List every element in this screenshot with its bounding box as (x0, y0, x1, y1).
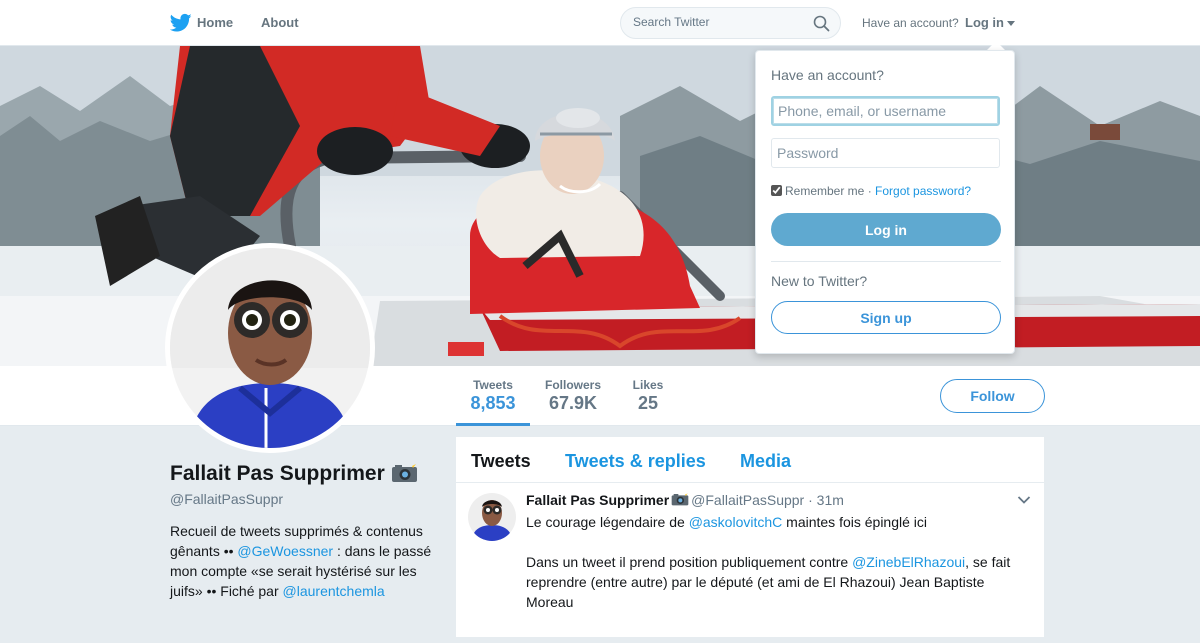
password-input[interactable] (771, 138, 1000, 168)
nav-home-link[interactable]: Home (197, 15, 233, 30)
top-navigation: Home About Have an account? Log in (0, 0, 1200, 46)
search-box[interactable] (620, 7, 841, 39)
tweet-text-segment: Le courage légendaire de (526, 514, 689, 530)
timeline: Tweets Tweets & replies Media Fallait Pa… (456, 437, 1044, 637)
profile-avatar[interactable] (165, 243, 375, 453)
tweet-text-segment: Dans un tweet il prend position publique… (526, 554, 853, 570)
profile-display-name[interactable]: Fallait Pas Supprimer (170, 462, 385, 485)
tweet-item[interactable]: Fallait Pas Supprimer @FallaitPasSuppr ·… (456, 483, 1044, 643)
profile-handle[interactable]: @FallaitPasSuppr (170, 491, 283, 507)
tweet-header: Fallait Pas Supprimer @FallaitPasSuppr ·… (526, 492, 844, 508)
login-dropdown: Have an account? Remember me · Forgot pa… (755, 50, 1015, 354)
profile-bio: Recueil de tweets supprimés & contenus g… (170, 521, 435, 601)
username-input[interactable] (771, 96, 1000, 126)
login-menu-link[interactable]: Log in (965, 15, 1004, 30)
tweet-paragraph: Le courage légendaire de @askolovitchC m… (526, 512, 1026, 532)
nav-about-link[interactable]: About (261, 15, 299, 30)
stat-likes[interactable]: Likes 25 (631, 378, 665, 414)
tweet-avatar-photo (468, 493, 516, 541)
tab-tweets-and-replies[interactable]: Tweets & replies (565, 451, 706, 472)
stat-value: 8,853 (470, 393, 516, 413)
dropdown-title: Have an account? (771, 67, 884, 83)
login-button[interactable]: Log in (771, 213, 1001, 246)
stat-tweets[interactable]: Tweets 8,853 (470, 378, 516, 414)
timeline-tabs: Tweets Tweets & replies Media (456, 437, 1044, 483)
tweet-avatar[interactable] (468, 493, 516, 541)
separator: · (864, 184, 876, 198)
stat-value: 25 (637, 393, 659, 413)
tab-media[interactable]: Media (740, 451, 791, 472)
tab-tweets[interactable]: Tweets (471, 451, 531, 472)
chevron-down-icon[interactable] (1017, 495, 1031, 505)
search-icon[interactable] (813, 15, 830, 32)
tweet-mention-link[interactable]: @askolovitchC (689, 514, 783, 530)
avatar-photo (170, 248, 370, 448)
have-account-text: Have an account? (862, 16, 959, 30)
profile-name: Fallait Pas Supprimer (170, 462, 418, 486)
remember-me-label[interactable]: Remember me (785, 184, 864, 198)
twitter-bird-icon[interactable] (170, 13, 192, 33)
tweet-text-segment: maintes fois épinglé ici (782, 514, 928, 530)
active-stat-indicator (456, 423, 530, 426)
bio-mention-link[interactable]: @laurentchemla (283, 583, 385, 599)
tweet-timestamp[interactable]: · 31m (808, 492, 844, 508)
tweet-mention-link[interactable]: @ZinebElRhazoui (852, 554, 965, 570)
divider (771, 261, 1001, 262)
camera-flash-icon (391, 462, 417, 482)
tweet-paragraph: Dans un tweet il prend position publique… (526, 552, 1026, 612)
stat-label: Followers (545, 378, 602, 392)
forgot-password-link[interactable]: Forgot password? (875, 184, 971, 198)
stat-label: Likes (632, 378, 664, 392)
tweet-author-handle[interactable]: @FallaitPasSuppr (691, 492, 804, 508)
tweet-author-name[interactable]: Fallait Pas Supprimer (526, 492, 669, 508)
stat-label: Tweets (473, 378, 513, 392)
search-input[interactable] (633, 15, 813, 29)
stat-value: 67.9K (548, 393, 598, 413)
tweet-text: Le courage légendaire de @askolovitchC m… (526, 512, 1026, 612)
signup-button[interactable]: Sign up (771, 301, 1001, 334)
caret-down-icon[interactable] (1007, 21, 1015, 26)
bio-mention-link[interactable]: @GeWoessner (237, 543, 333, 559)
stat-followers[interactable]: Followers 67.9K (545, 378, 601, 414)
remember-row: Remember me · Forgot password? (771, 184, 971, 198)
follow-button[interactable]: Follow (940, 379, 1045, 413)
camera-flash-icon (671, 492, 689, 506)
new-to-twitter-text: New to Twitter? (771, 273, 868, 289)
remember-me-checkbox[interactable] (771, 185, 782, 196)
